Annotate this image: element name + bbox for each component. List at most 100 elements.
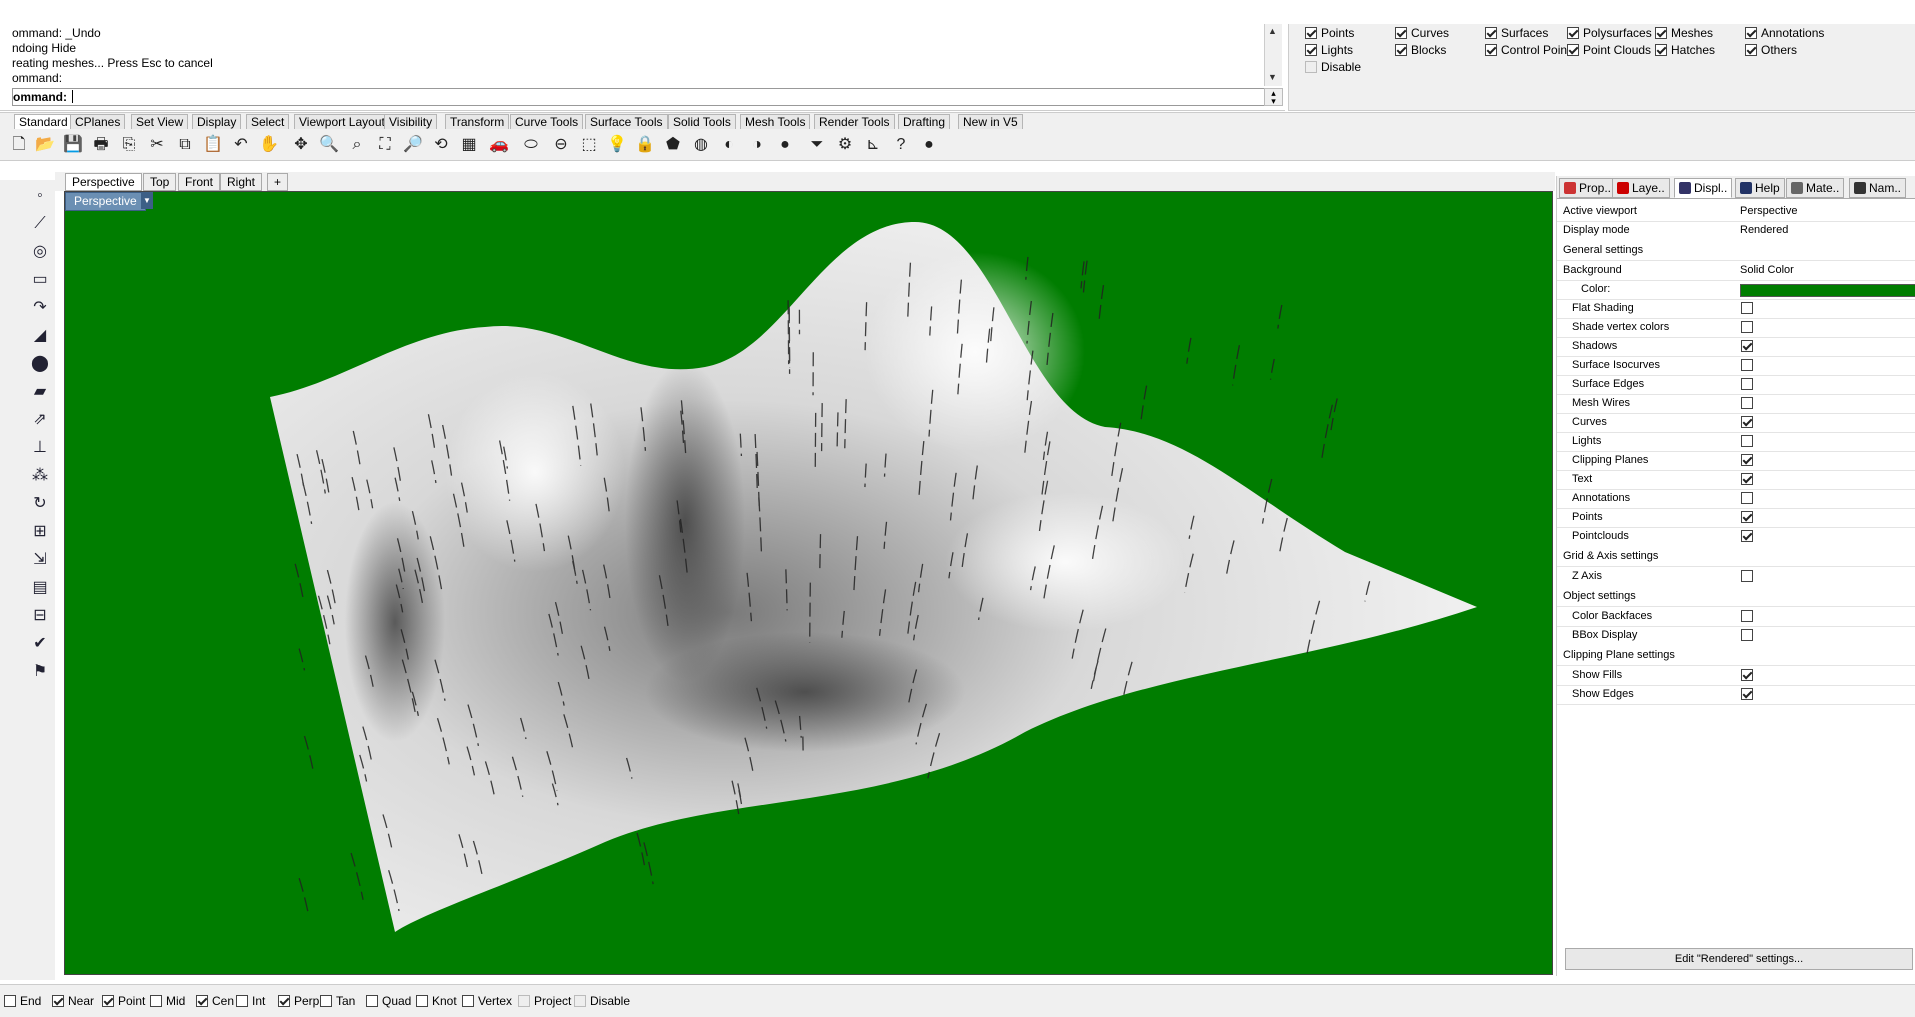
checkbox-checked-icon[interactable] xyxy=(1485,44,1497,56)
scroll-up-icon[interactable]: ▲ xyxy=(1268,26,1277,36)
viewport-tab-right[interactable]: Right xyxy=(220,173,263,191)
checkbox-checked-icon[interactable] xyxy=(278,995,290,1007)
mesh-plane-icon[interactable]: ▰ xyxy=(28,380,52,404)
cut-icon[interactable]: ✂ xyxy=(146,134,168,156)
boolean-icon[interactable]: ⊥ xyxy=(28,436,52,460)
filter-meshes[interactable]: Meshes xyxy=(1655,26,1713,40)
toolbar-tab-standard[interactable]: Standard xyxy=(14,114,73,129)
checkbox-icon[interactable] xyxy=(1741,378,1753,390)
toolbar-tab-display[interactable]: Display xyxy=(192,114,242,129)
checkbox-icon[interactable] xyxy=(1741,397,1753,409)
setting-shadows[interactable]: Shadows xyxy=(1557,337,1915,357)
hatch-icon[interactable]: ▤ xyxy=(28,576,52,600)
rotate-icon[interactable]: ↻ xyxy=(28,492,52,516)
undo-view-icon[interactable]: ⟲ xyxy=(430,134,452,156)
shaded-sphere-icon[interactable]: ◐ xyxy=(718,134,740,156)
checkbox-checked-icon[interactable] xyxy=(1567,27,1579,39)
toolbar-tab-mesh-tools[interactable]: Mesh Tools xyxy=(740,114,811,129)
checkbox-checked-icon[interactable] xyxy=(1741,669,1753,681)
edit-rendered-settings-button[interactable]: Edit "Rendered" settings... xyxy=(1565,948,1913,970)
toolbar-tab-new-in-v5[interactable]: New in V5 xyxy=(958,114,1023,129)
filter-lights[interactable]: Lights xyxy=(1305,43,1353,57)
checkbox-icon[interactable] xyxy=(416,995,428,1007)
save-icon[interactable]: 💾 xyxy=(62,134,84,156)
setting-annotations[interactable]: Annotations xyxy=(1557,489,1915,509)
checkbox-checked-icon[interactable] xyxy=(1741,340,1753,352)
color-row[interactable]: Color: xyxy=(1557,280,1915,300)
setting-mesh-wires[interactable]: Mesh Wires xyxy=(1557,394,1915,414)
viewport-tab-front[interactable]: Front xyxy=(178,173,221,191)
filter-hatches[interactable]: Hatches xyxy=(1655,43,1715,57)
panel-tab-help[interactable]: Help xyxy=(1735,178,1785,198)
point-icon[interactable]: ◦ xyxy=(28,184,52,208)
setting-lights[interactable]: Lights xyxy=(1557,432,1915,452)
toolbar-tab-solid-tools[interactable]: Solid Tools xyxy=(668,114,736,129)
checkbox-icon[interactable] xyxy=(462,995,474,1007)
panel-tab-nam[interactable]: Nam.. xyxy=(1849,178,1907,198)
osnap-near[interactable]: Near xyxy=(52,994,94,1008)
check-icon[interactable]: ✔ xyxy=(28,632,52,656)
osnap-perp[interactable]: Perp xyxy=(278,994,319,1008)
toolbar-tab-cplanes[interactable]: CPlanes xyxy=(70,114,126,129)
checkbox-icon[interactable] xyxy=(366,995,378,1007)
toolbar-tab-select[interactable]: Select xyxy=(246,114,290,129)
array-icon[interactable]: ⊞ xyxy=(28,520,52,544)
checkbox-checked-icon[interactable] xyxy=(102,995,114,1007)
add-viewport-tab[interactable]: + xyxy=(267,173,289,191)
status-green-icon[interactable]: ● xyxy=(918,134,940,156)
checkbox-checked-icon[interactable] xyxy=(1655,44,1667,56)
setting-surface-edges[interactable]: Surface Edges xyxy=(1557,375,1915,395)
filter-curves[interactable]: Curves xyxy=(1395,26,1449,40)
osnap-knot[interactable]: Knot xyxy=(416,994,457,1008)
checkbox-checked-icon[interactable] xyxy=(1395,27,1407,39)
rectangle-icon[interactable]: ▭ xyxy=(28,268,52,292)
checkbox-icon[interactable] xyxy=(1741,321,1753,333)
setting-pointclouds[interactable]: Pointclouds xyxy=(1557,527,1915,547)
setting-flat-shading[interactable]: Flat Shading xyxy=(1557,299,1915,319)
setting-bbox-display[interactable]: BBox Display xyxy=(1557,626,1915,646)
setting-text[interactable]: Text xyxy=(1557,470,1915,490)
checkbox-checked-icon[interactable] xyxy=(1655,27,1667,39)
viewport-title-label[interactable]: Perspective xyxy=(65,192,146,211)
import-icon[interactable]: ⎘ xyxy=(118,134,140,156)
checkbox-checked-icon[interactable] xyxy=(1745,27,1757,39)
extrude-icon[interactable]: ⇗ xyxy=(28,408,52,432)
osnap-tan[interactable]: Tan xyxy=(320,994,355,1008)
filter-funnel-icon[interactable]: ⏷ xyxy=(806,134,828,156)
setting-surface-isocurves[interactable]: Surface Isocurves xyxy=(1557,356,1915,376)
curve-icon[interactable]: ↷ xyxy=(28,296,52,320)
filter-others[interactable]: Others xyxy=(1745,43,1797,57)
zoom-icon[interactable]: 🔍 xyxy=(318,134,340,156)
cplane-icon[interactable]: ⊖ xyxy=(550,134,572,156)
osnap-quad[interactable]: Quad xyxy=(366,994,411,1008)
display-mode-row[interactable]: Display mode Rendered xyxy=(1557,221,1915,241)
filter-points[interactable]: Points xyxy=(1305,26,1354,40)
property-value[interactable]: Rendered xyxy=(1740,221,1788,240)
analyze-icon[interactable]: ⊾ xyxy=(862,134,884,156)
checkbox-icon[interactable] xyxy=(574,995,586,1007)
checkbox-icon[interactable] xyxy=(1741,610,1753,622)
checkbox-checked-icon[interactable] xyxy=(196,995,208,1007)
undo-icon[interactable]: ↶ xyxy=(230,134,252,156)
osnap-mid[interactable]: Mid xyxy=(150,994,185,1008)
setting-curves[interactable]: Curves xyxy=(1557,413,1915,433)
new-file-icon[interactable]: 🗋 xyxy=(8,134,30,156)
rendered-sphere-icon[interactable]: ◑ xyxy=(746,134,768,156)
osnap-project[interactable]: Project xyxy=(518,994,571,1008)
setting-clipping-planes[interactable]: Clipping Planes xyxy=(1557,451,1915,471)
render-preview-icon[interactable]: ⬭ xyxy=(520,134,542,156)
toolbar-tab-drafting[interactable]: Drafting xyxy=(898,114,951,129)
checkbox-icon[interactable] xyxy=(1741,629,1753,641)
toolbar-tab-curve-tools[interactable]: Curve Tools xyxy=(510,114,584,129)
zoom-window-icon[interactable]: ⌕ xyxy=(346,134,368,156)
light-bulb-icon[interactable]: 💡 xyxy=(606,134,628,156)
filter-surfaces[interactable]: Surfaces xyxy=(1485,26,1548,40)
toolbar-tab-transform[interactable]: Transform xyxy=(445,114,510,129)
toolbar-tab-visibility[interactable]: Visibility xyxy=(384,114,438,129)
background-row[interactable]: Background Solid Color xyxy=(1557,261,1915,281)
perspective-viewport[interactable]: Perspective ▼ xyxy=(64,191,1553,975)
osnap-int[interactable]: Int xyxy=(236,994,265,1008)
setting-points[interactable]: Points xyxy=(1557,508,1915,528)
checkbox-checked-icon[interactable] xyxy=(1485,27,1497,39)
filter-disable[interactable]: Disable xyxy=(1305,60,1361,74)
